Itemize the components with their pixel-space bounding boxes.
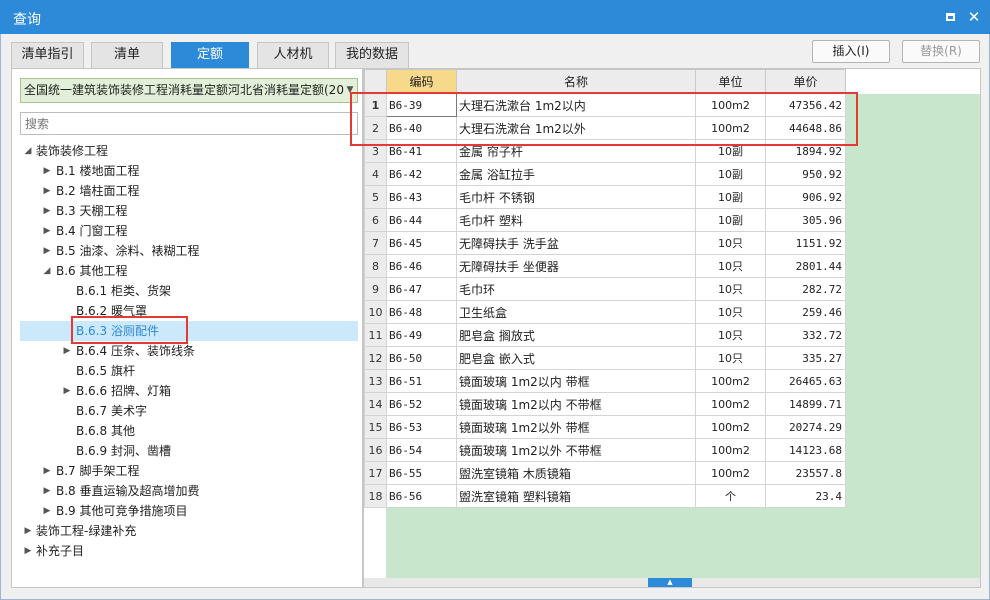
table-row[interactable]: 6 B6-44 毛巾杆 塑料 10副 305.96 — [364, 208, 846, 232]
tree-node[interactable]: B.6.7 美术字 — [20, 401, 358, 421]
table-row[interactable]: 9 B6-47 毛巾环 10只 282.72 — [364, 277, 846, 301]
collapsed-icon: ▶ — [43, 466, 51, 476]
column-header-price[interactable]: 单价 — [765, 69, 846, 94]
table-row[interactable]: 15 B6-53 镜面玻璃 1m2以外 带框 100m2 20274.29 — [364, 415, 846, 439]
table-row[interactable]: 16 B6-54 镜面玻璃 1m2以外 不带框 100m2 14123.68 — [364, 438, 846, 462]
tab-list-guide[interactable]: 清单指引 — [11, 42, 84, 68]
table-row[interactable]: 2 B6-40 大理石洗漱台 1m2以外 100m2 44648.86 — [364, 116, 846, 140]
row-number-header — [364, 69, 387, 94]
collapsed-icon: ▶ — [63, 386, 71, 396]
tab-quota[interactable]: 定额 — [171, 42, 249, 68]
table-header: 编码 名称 单位 单价 — [364, 69, 846, 94]
replace-button[interactable]: 替换(R) — [902, 40, 980, 63]
tree-node[interactable]: ▶ B.4 门窗工程 — [20, 221, 358, 241]
collapsed-icon: ▶ — [43, 166, 51, 176]
collapsed-icon: ▶ — [43, 186, 51, 196]
tab-list[interactable]: 清单 — [91, 42, 163, 68]
query-dialog: 清单指引 清单 定额 人材机 我的数据 插入(I) 替换(R) 全国统一建筑装饰… — [0, 34, 990, 600]
tree-node[interactable]: ▶ B.1 楼地面工程 — [20, 161, 358, 181]
collapsed-icon: ▶ — [43, 246, 51, 256]
tree-node[interactable]: ◢ 装饰装修工程 — [20, 141, 358, 161]
horizontal-scrollbar[interactable]: ▲ — [364, 578, 980, 587]
table-row[interactable]: 18 B6-56 盥洗室镜箱 塑料镜箱个 23.4 — [364, 484, 846, 508]
quota-library-value: 全国统一建筑装饰装修工程消耗量定额河北省消耗量定额(20 — [24, 83, 344, 97]
tab-my-data[interactable]: 我的数据 — [335, 42, 409, 68]
table-row[interactable]: 5 B6-43 毛巾杆 不锈钢 10副 906.92 — [364, 185, 846, 209]
quota-table: 编码 名称 单位 单价 1 B6-39 大理石洗漱台 1m2以内 100m2 47356… — [364, 69, 846, 508]
tree-node[interactable]: B.6.8 其他 — [20, 421, 358, 441]
tree-node[interactable]: ▶ 装饰工程-绿建补充 — [20, 521, 358, 541]
search-box — [20, 112, 358, 135]
table-row[interactable]: 3 B6-41 金属 帘子杆 10副 1894.92 — [364, 139, 846, 163]
close-icon: ✕ — [967, 8, 981, 26]
column-header-code[interactable]: 编码 — [386, 69, 457, 94]
collapsed-icon: ▶ — [63, 346, 71, 356]
restore-button[interactable] — [942, 9, 958, 25]
insert-button[interactable]: 插入(I) — [812, 40, 890, 63]
collapsed-icon: ▶ — [43, 506, 51, 516]
tab-labor-material-machine[interactable]: 人材机 — [257, 42, 329, 68]
close-button[interactable]: ✕ — [966, 9, 982, 25]
tree-node[interactable]: ▶ B.6.6 招牌、灯箱 — [20, 381, 358, 401]
chevron-down-icon: ▼ — [345, 79, 355, 102]
table-row[interactable]: 14 B6-52 镜面玻璃 1m2以内 不带框 100m2 14899.71 — [364, 392, 846, 416]
tree-node[interactable]: B.6.9 封洞、凿槽 — [20, 441, 358, 461]
tree-node[interactable]: ▶ B.2 墙柱面工程 — [20, 181, 358, 201]
collapsed-icon: ▶ — [24, 526, 32, 536]
expanded-icon: ◢ — [24, 146, 32, 156]
table-row[interactable]: 7 B6-45 无障碍扶手 洗手盆 10只 1151.92 — [364, 231, 846, 255]
tree-node[interactable]: B.6.1 柜类、货架 — [20, 281, 358, 301]
collapsed-icon: ▶ — [24, 546, 32, 556]
tree-node[interactable]: ▶ B.5 油漆、涂料、裱糊工程 — [20, 241, 358, 261]
quota-grid-panel: 编码 名称 单位 单价 1 B6-39 大理石洗漱台 1m2以内 100m2 47356… — [350, 68, 981, 588]
tree-node[interactable]: ▶ B.6.4 压条、装饰线条 — [20, 341, 358, 361]
table-row[interactable]: 13 B6-51 镜面玻璃 1m2以内 带框 100m2 26465.63 — [364, 369, 846, 393]
collapsed-icon: ▶ — [43, 226, 51, 236]
tree-node[interactable]: B.6.2 暖气罩 — [20, 301, 358, 321]
table-row[interactable]: 17 B6-55 盥洗室镜箱 木质镜箱 100m2 23557.8 — [364, 461, 846, 485]
window-titlebar: 查询 ✕ — [0, 0, 990, 34]
table-row[interactable]: 8 B6-46 无障碍扶手 坐便器 10只 2801.44 — [364, 254, 846, 278]
tree-node[interactable]: ◢ B.6 其他工程 — [20, 261, 358, 281]
table-row[interactable]: 1 B6-39 大理石洗漱台 1m2以内 100m2 47356.42 — [364, 93, 846, 117]
restore-icon — [945, 13, 955, 21]
tree-node[interactable]: ▶ B.3 天棚工程 — [20, 201, 358, 221]
chapter-panel: 全国统一建筑装饰装修工程消耗量定额河北省消耗量定额(20 ▼ ◢装饰装修工程 ▶… — [11, 68, 363, 588]
search-input[interactable] — [21, 113, 357, 134]
tree-node-selected[interactable]: B.6.3 浴厕配件 — [20, 321, 358, 341]
window-title: 查询 — [13, 12, 41, 28]
table-row[interactable]: 12 B6-50 肥皂盒 嵌入式 10只 335.27 — [364, 346, 846, 370]
quota-library-select[interactable]: 全国统一建筑装饰装修工程消耗量定额河北省消耗量定额(20 ▼ — [20, 78, 358, 103]
column-header-unit[interactable]: 单位 — [695, 69, 766, 94]
status-strip — [1, 590, 989, 598]
scroll-thumb[interactable]: ▲ — [648, 578, 692, 587]
table-row[interactable]: 10 B6-48 卫生纸盒 10只 259.46 — [364, 300, 846, 324]
expanded-icon: ◢ — [43, 266, 51, 276]
collapsed-icon: ▶ — [43, 206, 51, 216]
tree-node[interactable]: ▶ B.8 垂直运输及超高增加费 — [20, 481, 358, 501]
column-header-name[interactable]: 名称 — [456, 69, 696, 94]
tree-node[interactable]: B.6.5 旗杆 — [20, 361, 358, 381]
table-row[interactable]: 11 B6-49 肥皂盒 搁放式 10只 332.72 — [364, 323, 846, 347]
tree-node[interactable]: ▶ 补充子目 — [20, 541, 358, 561]
tree-node[interactable]: ▶ B.9 其他可竞争措施项目 — [20, 501, 358, 521]
chevron-up-icon: ▲ — [667, 578, 673, 586]
table-row[interactable]: 4 B6-42 金属 浴缸拉手 10副 950.92 — [364, 162, 846, 186]
collapsed-icon: ▶ — [43, 486, 51, 496]
tree-node[interactable]: ▶ B.7 脚手架工程 — [20, 461, 358, 481]
